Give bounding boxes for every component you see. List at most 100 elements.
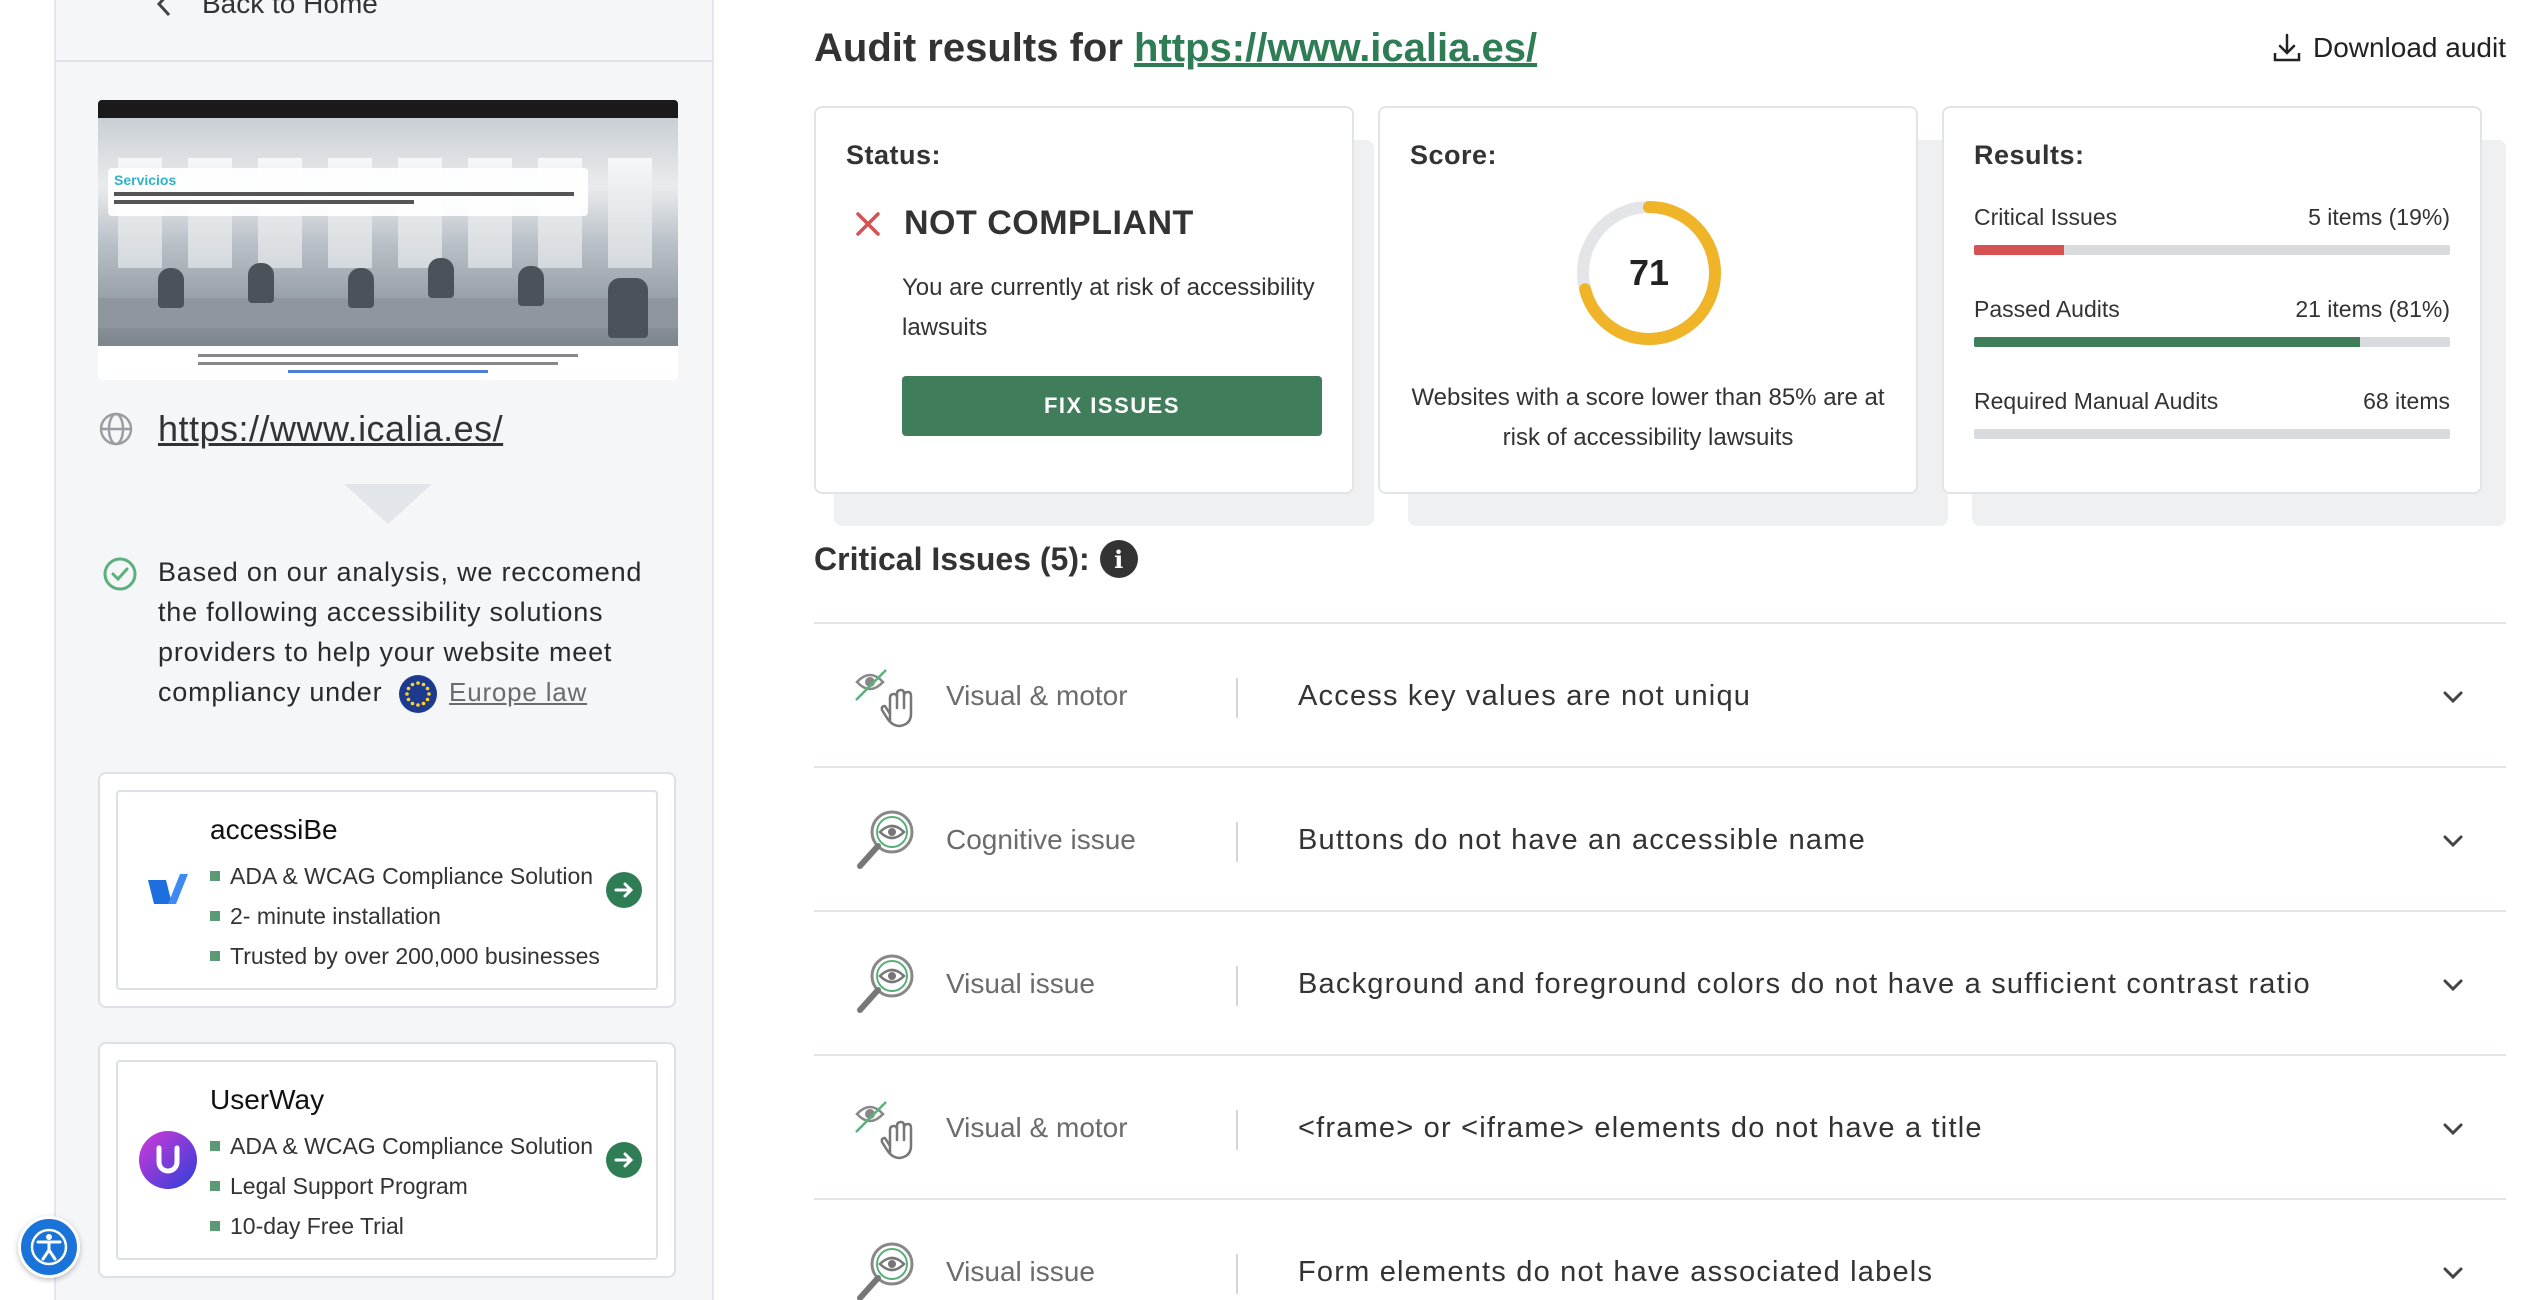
issue-divider	[1236, 678, 1238, 718]
magnifier-eye-icon	[854, 808, 918, 872]
issue-title: Form elements do not have associated lab…	[1298, 1255, 1934, 1288]
critical-issues-title: Critical Issues (5):	[814, 540, 1090, 577]
vendor-arrow-button[interactable]	[606, 1142, 642, 1178]
result-value: 5 items (19%)	[2308, 204, 2450, 230]
result-name: Required Manual Audits	[1974, 388, 2219, 414]
site-url-row: https://www.icalia.es/	[98, 408, 503, 450]
audited-url-link[interactable]: https://www.icalia.es/	[1134, 26, 1537, 70]
vendor-feature: ADA & WCAG Compliance Solution	[210, 856, 600, 896]
score-label: Score:	[1410, 140, 1498, 170]
magnifier-eye-icon	[854, 952, 918, 1016]
issue-row[interactable]: Visual & motor <frame> or <iframe> elemen…	[814, 1054, 2506, 1198]
issue-category: Visual & motor	[946, 680, 1128, 711]
issue-row[interactable]: Visual issue Background and foreground co…	[814, 910, 2506, 1054]
chevron-down-icon[interactable]	[2440, 1260, 2466, 1286]
site-url-link[interactable]: https://www.icalia.es/	[158, 408, 503, 450]
back-to-home-link[interactable]: Back to Home	[156, 0, 378, 20]
accessibe-logo-icon	[138, 860, 198, 920]
issue-divider	[1236, 1254, 1238, 1294]
issue-row[interactable]: Cognitive issue Buttons do not have an ac…	[814, 766, 2506, 910]
issue-divider	[1236, 966, 1238, 1006]
back-label: Back to Home	[202, 0, 378, 19]
download-label: Download audit	[2312, 32, 2506, 63]
info-icon[interactable]: i	[1099, 540, 1138, 578]
recommendation-block: Based on our analysis, we reccomend the …	[98, 552, 678, 713]
vendor-feature: 10-day Free Trial	[210, 1206, 593, 1246]
accessibility-widget-button[interactable]	[18, 1216, 80, 1278]
results-label: Results:	[1974, 140, 2085, 170]
result-value: 21 items (81%)	[2295, 296, 2450, 322]
result-name: Passed Audits	[1974, 296, 2120, 322]
audit-main: Audit results for https://www.icalia.es/…	[714, 0, 2542, 1300]
vendor-feature: ADA & WCAG Compliance Solution	[210, 1126, 593, 1166]
score-description: Websites with a score lower than 85% are…	[1411, 384, 1885, 451]
download-audit-button[interactable]: Download audit	[2271, 32, 2506, 64]
result-bar	[1974, 245, 2450, 255]
issue-category: Visual & motor	[946, 1112, 1128, 1143]
europe-law-link[interactable]: Europe law	[449, 677, 587, 707]
title-prefix: Audit results for	[814, 26, 1123, 70]
vendor-arrow-button[interactable]	[606, 872, 642, 908]
recommendation-text: Based on our analysis, we reccomend the …	[158, 552, 678, 713]
issue-row[interactable]: Visual issue Form elements do not have as…	[814, 1198, 2506, 1300]
chevron-down-icon[interactable]	[2440, 684, 2466, 710]
score-card: Score: 71 Websites with a score lower th…	[1378, 106, 1918, 494]
check-circle-icon	[103, 557, 137, 591]
vendor-feature: Trusted by over 200,000 businesses	[210, 936, 600, 976]
globe-icon	[99, 412, 133, 446]
vendor-name: accessiBe	[210, 814, 338, 845]
chevron-left-icon	[156, 0, 171, 17]
result-bar	[1974, 429, 2450, 439]
result-bar	[1974, 337, 2450, 347]
chevron-down-icon[interactable]	[2440, 828, 2466, 854]
website-thumbnail: Servicios	[98, 100, 678, 380]
issue-category: Cognitive issue	[946, 824, 1136, 855]
result-bar-fill	[1974, 337, 2360, 347]
chevron-down-icon[interactable]	[2440, 972, 2466, 998]
critical-issues-heading: Critical Issues (5): i	[814, 540, 1138, 578]
status-value: NOT COMPLIANT	[904, 204, 1194, 242]
issue-title: Buttons do not have an accessible name	[1298, 823, 1866, 856]
result-bar-fill	[1974, 245, 2065, 255]
vendor-features: ADA & WCAG Compliance Solution Legal Sup…	[210, 1126, 593, 1246]
vendor-card-accessibe[interactable]: accessiBe ADA & WCAG Compliance Solution…	[98, 772, 676, 1008]
issue-row[interactable]: Visual & motor Access key values are not …	[814, 622, 2506, 766]
vendor-name: UserWay	[210, 1084, 325, 1115]
issue-divider	[1236, 822, 1238, 862]
userway-logo-icon	[138, 1130, 198, 1190]
fix-issues-button[interactable]: FIX ISSUES	[902, 376, 1322, 436]
result-name: Critical Issues	[1974, 204, 2118, 230]
page-title: Audit results for https://www.icalia.es/	[814, 26, 1537, 71]
vendor-card-userway[interactable]: UserWay ADA & WCAG Compliance Solution L…	[98, 1042, 676, 1278]
result-row-critical: Critical Issues 5 items (19%)	[1974, 204, 2450, 255]
close-icon	[856, 211, 880, 236]
status-label: Status:	[846, 140, 942, 170]
thumbnail-heading: Servicios	[114, 172, 177, 188]
issue-title: Access key values are not uniqu	[1298, 679, 1752, 712]
arrow-right-icon	[614, 1152, 634, 1168]
eye-hand-icon	[854, 1096, 918, 1160]
critical-issues-list: Visual & motor Access key values are not …	[814, 622, 2506, 1300]
vendor-feature: Legal Support Program	[210, 1166, 593, 1206]
eu-flag-icon	[398, 674, 437, 713]
result-row-manual: Required Manual Audits 68 items	[1974, 388, 2450, 439]
result-row-passed: Passed Audits 21 items (81%)	[1974, 296, 2450, 347]
status-card: Status: NOT COMPLIANT You are currently …	[814, 106, 1354, 494]
issue-category: Visual issue	[946, 968, 1095, 999]
download-icon	[2273, 33, 2301, 62]
result-value: 68 items	[2363, 388, 2450, 414]
issue-title: Background and foreground colors do not …	[1298, 967, 2311, 1000]
score-value: 71	[1628, 252, 1670, 293]
accessibility-icon	[30, 1228, 68, 1266]
arrow-right-icon	[614, 882, 634, 898]
issue-category: Visual issue	[946, 1256, 1095, 1287]
magnifier-eye-icon	[854, 1240, 918, 1300]
vendor-feature: 2- minute installation	[210, 896, 600, 936]
issue-divider	[1236, 1110, 1238, 1150]
chevron-down-icon[interactable]	[2440, 1116, 2466, 1142]
status-description: You are currently at risk of accessibili…	[902, 274, 1315, 341]
left-gutter	[0, 0, 56, 1300]
divider-arrow	[344, 484, 432, 524]
results-card: Results: Critical Issues 5 items (19%) P…	[1942, 106, 2482, 494]
issue-title: <frame> or <iframe> elements do not have…	[1298, 1111, 1983, 1144]
